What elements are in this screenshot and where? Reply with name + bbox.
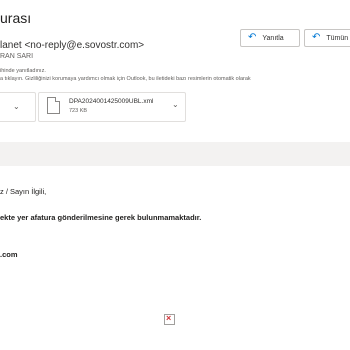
attachment-card-xml[interactable]: DPA2024001425009UBL.xml 723 KB ⌄ bbox=[38, 92, 186, 122]
attachment-name: DPA2024001425009UBL.xml bbox=[69, 98, 154, 105]
attachment-size: 723 KB bbox=[69, 108, 88, 114]
body-signature: .com bbox=[0, 250, 18, 259]
body-greeting: z / Sayın İlgili, bbox=[0, 187, 47, 196]
file-icon bbox=[47, 97, 60, 114]
email-subject: urası bbox=[0, 10, 32, 26]
message-header-band bbox=[0, 142, 350, 166]
reply-arrow-icon: ↶ bbox=[248, 32, 257, 43]
reply-button[interactable]: ↶ Yanıtla bbox=[240, 29, 300, 47]
recipient-name[interactable]: RAN SARI bbox=[0, 53, 33, 60]
attachment-card-1[interactable]: ⌄ bbox=[0, 92, 36, 122]
reply-all-arrow-icon: ↶ bbox=[312, 32, 321, 43]
reply-label: Yanıtla bbox=[262, 34, 284, 42]
reply-info-text: ihinde yanıtladınız. bbox=[0, 68, 46, 74]
reply-all-label: Tümün bbox=[326, 34, 349, 42]
privacy-info-text[interactable]: a tıklayın. Gizliliğinizi korumaya yardı… bbox=[0, 76, 251, 82]
body-line: ekte yer afatura gönderilmesine gerek bu… bbox=[0, 213, 202, 222]
chevron-down-icon[interactable]: ⌄ bbox=[172, 100, 179, 109]
reply-all-button[interactable]: ↶ Tümün bbox=[304, 29, 350, 47]
broken-image-icon: × bbox=[164, 313, 175, 325]
sender-address[interactable]: lanet <no-reply@e.sovostr.com> bbox=[0, 40, 144, 51]
chevron-down-icon[interactable]: ⌄ bbox=[13, 102, 20, 111]
